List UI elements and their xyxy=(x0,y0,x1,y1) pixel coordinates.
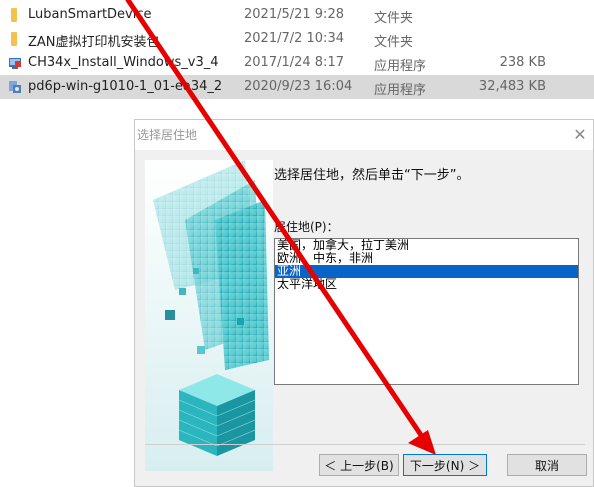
file-type: 文件夹 xyxy=(374,35,414,50)
file-size: 32,483 KB xyxy=(478,79,546,94)
back-button[interactable]: ＜ 上一步(B) xyxy=(319,454,399,476)
installer-icon xyxy=(8,56,22,70)
file-date: 2021/5/21 9:28 xyxy=(244,7,344,22)
residence-label: 居住地(P)： xyxy=(274,220,339,234)
region-option[interactable]: 欧洲，中东，非洲 xyxy=(275,252,578,265)
title-bar[interactable]: 选择居住地 ✕ xyxy=(135,120,593,150)
file-date: 2020/9/23 16:04 xyxy=(244,79,353,94)
instruction-text: 选择居住地，然后单击“下一步”。 xyxy=(274,168,470,183)
divider xyxy=(145,444,585,445)
file-date: 2017/1/24 8:17 xyxy=(244,55,344,70)
dialog-title: 选择居住地 xyxy=(137,128,198,142)
file-name: LubanSmartDevice xyxy=(28,7,152,22)
file-row[interactable]: LubanSmartDevice 2021/5/21 9:28 文件夹 xyxy=(0,3,594,27)
file-row[interactable]: ZAN虚拟打印机安装包 2021/7/2 10:34 文件夹 xyxy=(0,27,594,51)
cube-illustration xyxy=(145,160,273,471)
file-type: 应用程序 xyxy=(374,59,427,74)
region-listbox[interactable]: 美国，加拿大，拉丁美洲 欧洲，中东，非洲 亚洲 太平洋地区 xyxy=(274,238,579,385)
file-type: 应用程序 xyxy=(374,83,427,98)
file-date: 2021/7/2 10:34 xyxy=(244,31,344,46)
setup-icon xyxy=(8,80,22,94)
next-button[interactable]: 下一步(N) ＞ xyxy=(403,454,487,476)
file-row[interactable]: pd6p-win-g1010-1_01-ea34_2 2020/9/23 16:… xyxy=(0,75,594,99)
file-name: CH34x_Install_Windows_v3_4 xyxy=(28,55,219,70)
file-name: ZAN虚拟打印机安装包 xyxy=(28,35,160,50)
close-icon[interactable]: ✕ xyxy=(567,122,593,148)
file-list: LubanSmartDevice 2021/5/21 9:28 文件夹 ZAN虚… xyxy=(0,0,594,110)
region-option[interactable]: 太平洋地区 xyxy=(275,278,578,291)
file-size: 238 KB xyxy=(499,55,546,70)
file-name: pd6p-win-g1010-1_01-ea34_2 xyxy=(28,79,223,94)
region-dialog: 选择居住地 ✕ 选择居住地，然后单击“下一步”。 居住地(P)： 美国，加拿大，… xyxy=(134,119,594,487)
folder-icon xyxy=(11,8,17,22)
folder-icon xyxy=(11,32,17,46)
file-type: 文件夹 xyxy=(374,11,414,26)
file-row[interactable]: CH34x_Install_Windows_v3_4 2017/1/24 8:1… xyxy=(0,51,594,75)
cancel-button[interactable]: 取消 xyxy=(507,454,587,476)
